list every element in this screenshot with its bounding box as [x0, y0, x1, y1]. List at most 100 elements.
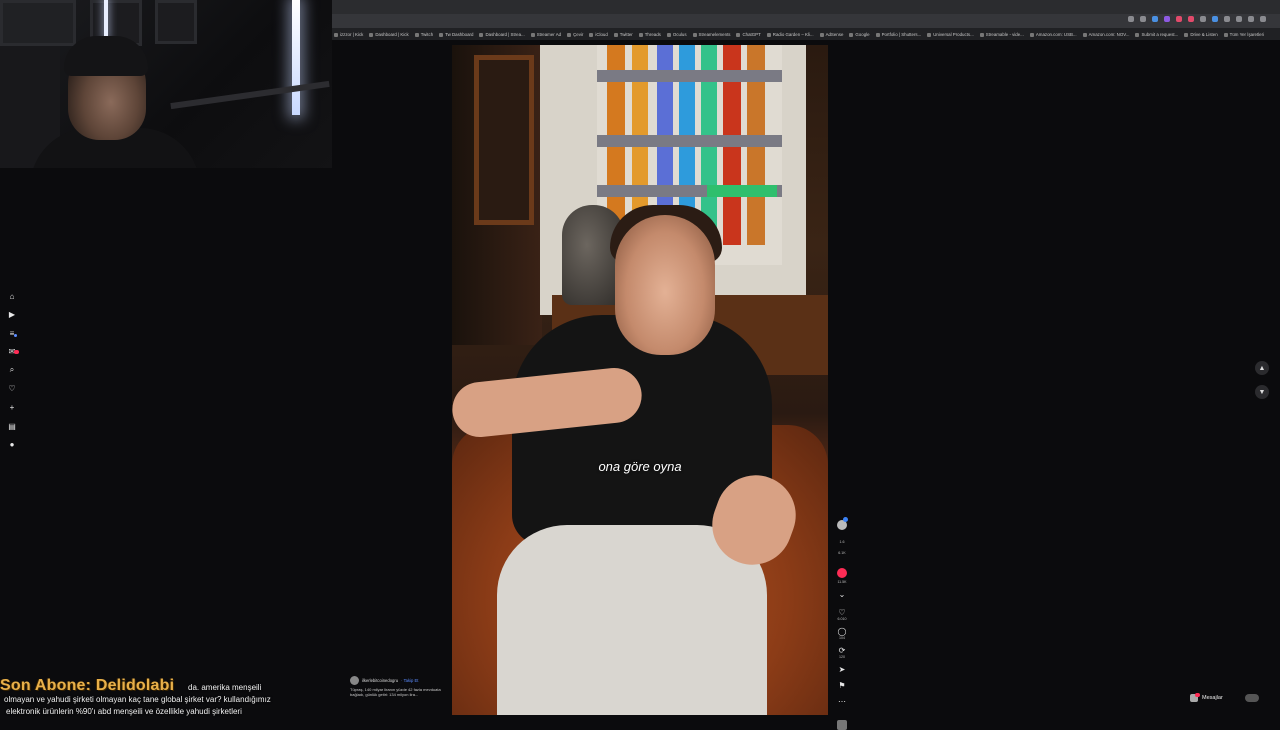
search-icon[interactable]: ⌕: [6, 364, 18, 376]
like-count: 6.010: [837, 617, 847, 621]
bookmark-item[interactable]: Dashboard | Kick: [369, 32, 409, 37]
bookmark-label: Dashboard | Kick: [375, 32, 409, 37]
music-disc-icon[interactable]: [837, 720, 847, 730]
bookmark-label: Çevir: [573, 32, 584, 37]
extension-icon[interactable]: [1200, 16, 1206, 22]
bookmark-favicon-icon: [875, 32, 880, 37]
ticker-line: olmayan ve yahudi şirketi olmayan kaç ta…: [4, 695, 271, 704]
extension-icon[interactable]: [1236, 16, 1242, 22]
bookmark-label: Universal Products...: [933, 32, 974, 37]
bookmarks-bar: izzzor | Kick Dashboard | Kick Twitch Tw Da…: [332, 29, 1280, 40]
webcam-wall-frame: [155, 0, 197, 44]
bookmark-item[interactable]: Streamable - vide...: [979, 32, 1024, 37]
creator-avatar[interactable]: [837, 517, 848, 530]
share-count: 120: [839, 655, 845, 659]
more-icon[interactable]: ⋯: [838, 698, 846, 706]
action-rail: 1.6 6.1K 11.5K ⌄ ♡ 6.010 ◯ 104 ⟳ 120 ➤ ⚑…: [836, 517, 848, 730]
share-icon[interactable]: ➤: [839, 666, 846, 674]
extension-icon[interactable]: [1128, 16, 1134, 22]
bookmark-item[interactable]: Amazon.com: NOV...: [1082, 32, 1129, 37]
bookmark-label: Tw Dashboard: [445, 32, 474, 37]
extension-icon[interactable]: [1164, 16, 1170, 22]
bookmark-item[interactable]: Tüm Yer İşaretleri: [1223, 32, 1264, 37]
webcam-wall-frame: [0, 0, 76, 46]
extension-icon[interactable]: [1152, 16, 1158, 22]
bookmark-item[interactable]: Drive & Listen: [1184, 32, 1218, 37]
bookmark-icon[interactable]: ⚑: [838, 682, 845, 690]
video-icon[interactable]: ▶: [6, 309, 18, 321]
tab-bar[interactable]: [332, 0, 1280, 14]
profile-icon[interactable]: [1248, 16, 1254, 22]
message-icon[interactable]: ▤: [6, 420, 18, 432]
extension-icon[interactable]: [1212, 16, 1218, 22]
bookmark-label: Drive & Listen: [1190, 32, 1218, 37]
bookmark-label: izzzor | Kick: [340, 32, 364, 37]
list-icon[interactable]: ≡: [6, 327, 18, 339]
inbox-icon: [1190, 693, 1200, 702]
extension-icon[interactable]: [1140, 16, 1146, 22]
bookmark-item[interactable]: Streamer Ad: [530, 32, 561, 37]
bookmark-label: Streamelements: [698, 32, 731, 37]
bookmark-label: Threads: [644, 32, 661, 37]
creator-username[interactable]: ilkerlebitcoinedogru: [362, 678, 398, 683]
home-icon[interactable]: ⌂: [6, 290, 18, 302]
profile-icon[interactable]: ●: [6, 439, 18, 451]
bookmark-label: Submit a request...: [1141, 32, 1179, 37]
chevron-up-icon[interactable]: ▲: [1255, 361, 1269, 375]
bookmark-label: ChatGPT: [742, 32, 761, 37]
live-icon[interactable]: [837, 568, 847, 578]
video-subtitle: ona göre oyna: [598, 459, 682, 474]
extension-icon[interactable]: [1224, 16, 1230, 22]
bookmark-item[interactable]: ChatGPT: [736, 32, 761, 37]
bookmark-favicon-icon: [530, 32, 535, 37]
bookmark-item[interactable]: Oculus: [666, 32, 687, 37]
chevron-down-icon[interactable]: ▼: [1255, 385, 1269, 399]
inbox-icon[interactable]: ✉: [6, 346, 19, 358]
bookmark-item[interactable]: Twitch: [414, 32, 433, 37]
extension-icon[interactable]: [1176, 16, 1182, 22]
browser-chrome: izzzor | Kick Dashboard | Kick Twitch Tw Da…: [332, 0, 1280, 40]
bookmark-favicon-icon: [927, 32, 932, 37]
bookmark-favicon-icon: [638, 32, 643, 37]
bookmark-item[interactable]: Universal Products...: [927, 32, 974, 37]
bookmark-favicon-icon: [736, 32, 741, 37]
webcam-person-beanie: [64, 36, 148, 76]
like-icon[interactable]: ♡: [838, 609, 845, 617]
bookmark-item[interactable]: Google: [849, 32, 870, 37]
bookmark-item[interactable]: iCloud: [589, 32, 608, 37]
bookmark-item[interactable]: Çevir: [567, 32, 583, 37]
follow-link[interactable]: · Takip Et: [401, 678, 418, 683]
creator-avatar[interactable]: [350, 676, 359, 685]
bookmark-label: Dashboard | Strea...: [485, 32, 525, 37]
bookmark-item[interactable]: izzzor | Kick: [334, 32, 363, 37]
video-player[interactable]: ona göre oyna: [452, 45, 828, 715]
bookmark-favicon-icon: [1184, 32, 1189, 37]
caption-description: Tüpraş, 140 milyar liranın yüzde 42 fazl…: [350, 687, 441, 697]
bookmark-item[interactable]: Twitter: [613, 32, 633, 37]
bookmark-item[interactable]: Streamelements: [692, 32, 731, 37]
bookmark-label: Oculus: [672, 32, 687, 37]
bookmark-item[interactable]: AdSense: [819, 32, 843, 37]
chevron-down-icon[interactable]: ⌄: [839, 591, 846, 599]
heart-icon[interactable]: ♡: [6, 383, 18, 395]
webcam-light: [104, 0, 108, 38]
bookmark-favicon-icon: [369, 32, 374, 37]
messages-button[interactable]: Mesajlar: [1190, 693, 1259, 702]
bookmark-item[interactable]: Portfolio | Shutters...: [875, 32, 921, 37]
bookmark-item[interactable]: Amazon.com: USB...: [1029, 32, 1077, 37]
extension-icon[interactable]: [1188, 16, 1194, 22]
bookmark-favicon-icon: [819, 32, 824, 37]
bookmark-item[interactable]: Radio Garden – Kli...: [766, 32, 814, 37]
menu-icon[interactable]: [1260, 16, 1266, 22]
bookmark-item[interactable]: Dashboard | Strea...: [479, 32, 525, 37]
bookmark-item[interactable]: Threads: [638, 32, 661, 37]
messages-label: Mesajlar: [1202, 695, 1223, 701]
follow-plus-icon[interactable]: [843, 517, 848, 522]
bookmark-item[interactable]: Submit a request...: [1135, 32, 1178, 37]
comment-icon[interactable]: ◯: [838, 628, 847, 636]
bookmark-item[interactable]: Tw Dashboard: [439, 32, 473, 37]
repost-icon[interactable]: ⟳: [839, 647, 846, 655]
plus-icon[interactable]: +: [6, 402, 18, 414]
bookmark-favicon-icon: [1223, 32, 1228, 37]
user-avatar[interactable]: [1244, 694, 1259, 702]
